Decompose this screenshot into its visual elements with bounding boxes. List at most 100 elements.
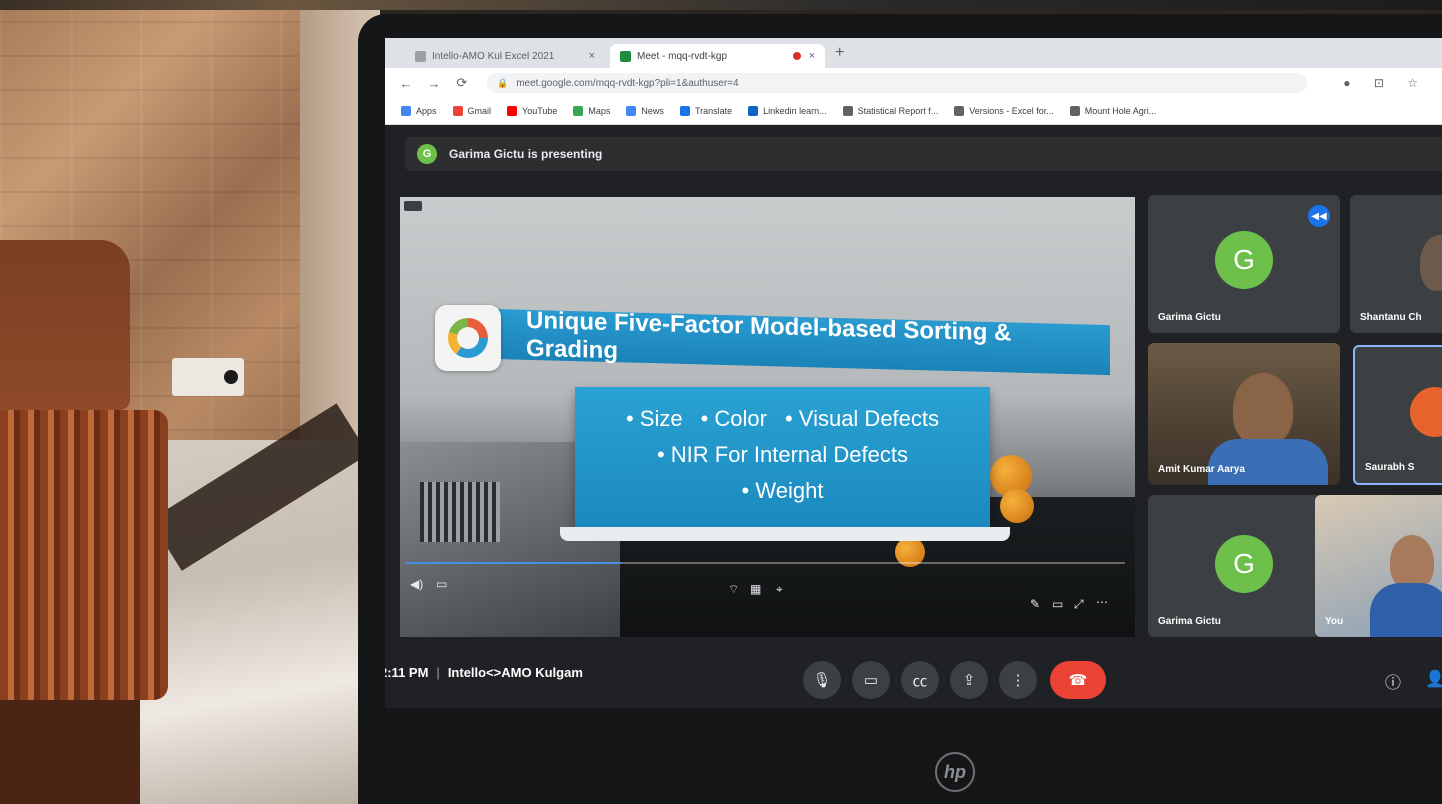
camera-icon: ▭	[863, 672, 879, 689]
bookmark-item[interactable]: Versions - Excel for...	[954, 106, 1054, 116]
participant-video	[1233, 373, 1293, 445]
bullet-weight: • Weight	[741, 478, 824, 503]
airplay-icon[interactable]: ⌖	[776, 582, 783, 597]
meet-area: G Garima Gictu is presenting Unique Five…	[385, 125, 1442, 708]
presentation-stage[interactable]: Unique Five-Factor Model-based Sorting &…	[400, 197, 1135, 637]
browser-address-bar: ← → ⟳ 🔒 meet.google.com/mqq-rvdt-kgp?pli…	[385, 68, 1442, 98]
bookmark-label: Maps	[588, 106, 611, 116]
present-button[interactable]: ⇪	[950, 661, 988, 699]
captions-icon: ㏄	[912, 672, 928, 690]
bookmark-item[interactable]: Maps	[573, 106, 610, 116]
reload-icon[interactable]: ⟳	[455, 75, 469, 91]
fullscreen-icon[interactable]: ⤢	[1074, 597, 1084, 612]
participant-name: Garima Gictu	[1158, 616, 1221, 627]
browser-tab-meet[interactable]: Meet - mqq-rvdt-kgp ×	[610, 44, 825, 68]
pen-icon[interactable]: ✎	[1030, 597, 1040, 611]
layout-icon[interactable]: ▭	[1052, 597, 1063, 611]
bullet-size: • Size	[625, 406, 683, 431]
tab-close-icon[interactable]: ×	[589, 50, 595, 62]
browser-tab-bar: Intello-AMO Kul Excel 2021 × Meet - mqq-…	[385, 38, 1442, 68]
bookmark-label: Gmail	[467, 106, 492, 116]
end-call-button[interactable]: ☎	[1050, 661, 1106, 699]
participant-video	[1390, 535, 1434, 589]
hp-logo: hp	[935, 752, 975, 792]
participant-shirt	[1370, 583, 1442, 637]
participant-tile-self[interactable]: You	[1315, 495, 1442, 637]
volume-icon[interactable]: ◀)	[410, 577, 423, 591]
stage-corner-icon[interactable]	[404, 201, 422, 211]
bookmarks-bar: Apps Gmail YouTube Maps News Translate Linkedi…	[385, 98, 1442, 125]
people-icon[interactable]: 👤	[1425, 669, 1442, 689]
url-field[interactable]: 🔒 meet.google.com/mqq-rvdt-kgp?pli=1&aut…	[487, 73, 1307, 93]
participant-tile[interactable]: ◀◀ G Garima Gictu	[1148, 195, 1340, 333]
sofa-chair	[0, 240, 170, 804]
more-icon[interactable]: ⋯	[1096, 595, 1108, 609]
captions-button[interactable]: ㏄	[901, 661, 939, 699]
meeting-name: Intello<>AMO Kulgam	[447, 665, 583, 680]
back-arrow-icon[interactable]: ←	[399, 76, 413, 91]
forward-arrow-icon[interactable]: →	[427, 76, 441, 91]
wifi-icon[interactable]: ⌔	[728, 582, 739, 597]
company-logo	[435, 305, 501, 371]
avatar: G	[1215, 535, 1273, 593]
microphone-icon: 🎙	[812, 672, 832, 689]
bookmark-favicon	[679, 106, 690, 116]
tab-title: Intello-AMO Kul Excel 2021	[432, 50, 555, 62]
bookmark-label: Statistical Report f...	[857, 106, 939, 116]
bookmark-label: Versions - Excel for...	[969, 106, 1054, 116]
participant-name: Garima Gictu	[1158, 312, 1221, 323]
video-progress-fill	[405, 562, 621, 564]
bookmark-item[interactable]: Statistical Report f...	[842, 106, 939, 116]
tab-title: Meet - mqq-rvdt-kgp	[637, 50, 728, 62]
bookmark-favicon	[842, 106, 853, 116]
tab-close-icon[interactable]: ×	[809, 50, 815, 62]
presenting-text: Garima Gictu is presenting	[449, 147, 603, 161]
lock-icon: 🔒	[497, 77, 509, 88]
bullet-box-base	[560, 527, 1010, 541]
more-options-button[interactable]: ⋮	[999, 661, 1037, 699]
recording-dot-icon	[792, 52, 801, 60]
bookmark-label: Mount Hole Agri...	[1084, 106, 1157, 116]
laptop-screen: Intello-AMO Kul Excel 2021 × Meet - mqq-…	[385, 38, 1442, 708]
bullet-color: • Color	[700, 406, 767, 431]
url-text: meet.google.com/mqq-rvdt-kgp?pli=1&authu…	[516, 77, 739, 89]
more-vert-icon: ⋮	[1010, 672, 1026, 689]
bookmark-favicon	[573, 106, 584, 116]
wall-switch	[172, 358, 244, 396]
bookmark-favicon	[748, 106, 759, 116]
presenting-banner: G Garima Gictu is presenting	[405, 137, 1442, 171]
microphone-button[interactable]: 🎙	[803, 661, 841, 699]
bookmark-item[interactable]: Mount Hole Agri...	[1069, 106, 1157, 116]
browser-tab-excel[interactable]: Intello-AMO Kul Excel 2021 ×	[405, 44, 605, 68]
camera-button[interactable]: ▭	[852, 661, 890, 699]
settings-icon[interactable]: ▦	[750, 582, 761, 596]
participant-tile[interactable]: Saurabh S	[1353, 345, 1442, 485]
slide-title-banner: Unique Five-Factor Model-based Sorting &…	[435, 305, 1115, 376]
tab-favicon	[415, 50, 426, 62]
meeting-separator: |	[436, 665, 440, 680]
info-icon[interactable]: ⓘ	[1385, 669, 1401, 693]
bookmark-item[interactable]: Linkedin learn...	[748, 106, 827, 116]
meet-favicon	[620, 50, 631, 62]
bookmark-favicon	[1069, 106, 1080, 116]
browser-extension-icons[interactable]: ● ⊡ ☆	[1343, 76, 1428, 90]
bookmark-item[interactable]: Gmail	[452, 106, 492, 116]
bookmark-label: YouTube	[522, 106, 558, 116]
slide-bullet-box: • Size • Color • Visual Defects • NIR Fo…	[575, 387, 990, 527]
bookmark-favicon	[401, 106, 411, 116]
bookmark-item[interactable]: YouTube	[507, 106, 557, 116]
video-progress-bar[interactable]	[405, 562, 1125, 564]
participant-tile[interactable]: Shantanu Ch	[1350, 195, 1442, 333]
new-tab-button[interactable]: +	[835, 44, 844, 62]
captions-icon[interactable]: ▭	[436, 577, 447, 591]
bookmark-item[interactable]: News	[626, 106, 664, 116]
participant-tile[interactable]: Amit Kumar Aarya	[1148, 343, 1340, 485]
bookmark-item[interactable]: Translate	[679, 106, 732, 116]
participant-name: Amit Kumar Aarya	[1158, 464, 1245, 475]
participant-tile[interactable]: G Garima Gictu	[1148, 495, 1340, 637]
bookmark-item[interactable]: Apps	[401, 106, 437, 116]
bookmark-label: News	[641, 106, 664, 116]
presenter-avatar: G	[417, 144, 437, 164]
speaking-icon: ◀◀	[1308, 205, 1330, 227]
bookmark-favicon	[954, 106, 965, 116]
